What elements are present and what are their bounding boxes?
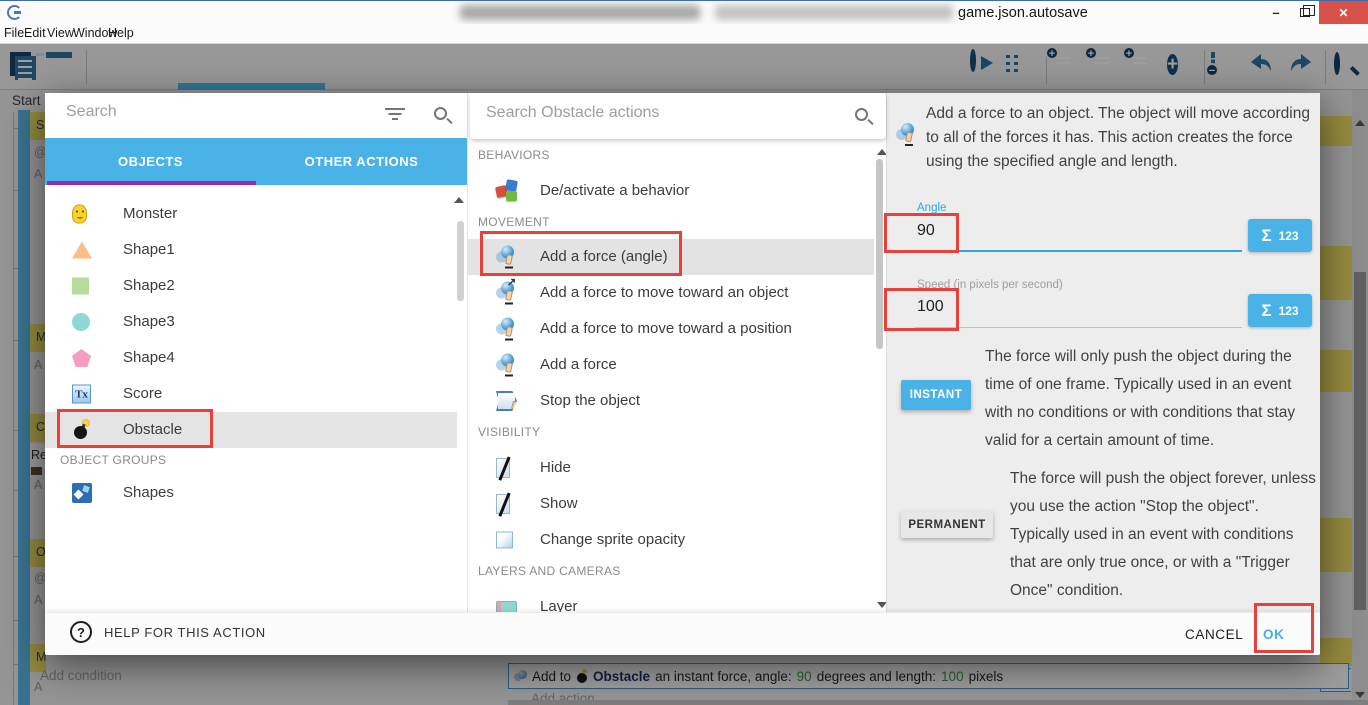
- action-hide[interactable]: Hide: [468, 450, 874, 486]
- help-icon: ?: [70, 621, 92, 643]
- list-item-shape1[interactable]: Shape1: [45, 232, 457, 268]
- object-tabs: OBJECTS OTHER ACTIONS: [45, 138, 468, 185]
- action-description: Add a force to an object. The object wil…: [926, 102, 1320, 174]
- action-deactivate-behavior[interactable]: De/activate a behavior: [468, 173, 874, 209]
- speed-input-underline: [915, 327, 1242, 328]
- sigma-icon: Σ: [1261, 226, 1271, 246]
- object-list-scrollbar-thumb[interactable]: [457, 221, 464, 301]
- list-item-monster[interactable]: Monster: [45, 196, 457, 232]
- speed-input[interactable]: [917, 298, 1217, 316]
- tab-objects[interactable]: OBJECTS: [45, 138, 256, 185]
- section-layers-cameras: LAYERS AND CAMERAS: [478, 564, 621, 578]
- action-list: BEHAVIORS De/activate a behavior MOVEMEN…: [468, 139, 886, 612]
- angle-input[interactable]: [917, 222, 1217, 240]
- menu-view[interactable]: View: [47, 26, 74, 40]
- action-force-toward-object[interactable]: ↗ Add a force to move toward an object: [468, 275, 874, 311]
- object-list: Monster Shape1 Shape2 Shape3 Shape4 Tx S…: [45, 185, 468, 612]
- list-item-shape2[interactable]: Shape2: [45, 268, 457, 304]
- list-item-score[interactable]: Tx Score: [45, 376, 457, 412]
- behavior-icon: [496, 180, 519, 202]
- objects-search-bar: [45, 93, 468, 138]
- section-behaviors: BEHAVIORS: [478, 148, 550, 162]
- action-stop-object[interactable]: Stop the object: [468, 383, 874, 419]
- restore-icon: [1300, 8, 1310, 17]
- action-add-force[interactable]: Add a force: [468, 347, 874, 383]
- dialog-footer: ? HELP FOR THIS ACTION CANCEL OK: [45, 612, 1320, 655]
- force-icon: [496, 354, 517, 377]
- text-object-icon: Tx: [72, 385, 91, 404]
- speed-label: Speed (in pixels per second): [917, 279, 1063, 291]
- help-for-action-link[interactable]: ? HELP FOR THIS ACTION: [70, 621, 266, 643]
- speed-expression-button[interactable]: Σ 123: [1248, 294, 1312, 327]
- filter-icon[interactable]: [385, 108, 405, 122]
- window-title: game.json.autosave: [958, 5, 1088, 21]
- permanent-button[interactable]: PERMANENT: [901, 511, 993, 538]
- menu-file[interactable]: File: [4, 26, 24, 40]
- actions-search-input[interactable]: [486, 104, 816, 122]
- instant-button[interactable]: INSTANT: [901, 380, 971, 410]
- menu-help[interactable]: Help: [108, 26, 134, 40]
- action-list-scrollbar-thumb[interactable]: [876, 159, 883, 349]
- menu-bar: File Edit View Window Help: [0, 24, 1368, 44]
- search-icon[interactable]: [434, 107, 447, 120]
- tab-other-actions[interactable]: OTHER ACTIONS: [256, 138, 467, 185]
- cancel-button[interactable]: CANCEL: [1185, 619, 1243, 649]
- show-icon: [496, 494, 510, 514]
- triangle-icon: [72, 242, 92, 259]
- gdevelop-logo-icon: [7, 5, 22, 20]
- group-icon: [72, 483, 92, 503]
- angle-expression-button[interactable]: Σ 123: [1248, 219, 1312, 252]
- ok-button[interactable]: OK: [1263, 619, 1284, 649]
- monster-icon: [72, 205, 87, 224]
- section-movement: MOVEMENT: [478, 215, 550, 229]
- layer-icon: [496, 601, 517, 612]
- hide-icon: [496, 458, 510, 478]
- circle-icon: [72, 313, 90, 331]
- pentagon-icon: [72, 349, 91, 367]
- opacity-icon: [496, 532, 513, 549]
- force-icon: [896, 123, 917, 146]
- list-item-shapes-group[interactable]: Shapes: [45, 475, 457, 511]
- angle-input-underline: [915, 250, 1242, 252]
- restore-button[interactable]: [1292, 1, 1318, 24]
- action-force-toward-position[interactable]: Add a force to move toward a position: [468, 311, 874, 347]
- action-show[interactable]: Show: [468, 486, 874, 522]
- section-visibility: VISIBILITY: [478, 425, 540, 439]
- force-icon: [496, 246, 517, 269]
- actions-search-bar: [470, 93, 886, 139]
- title-bar[interactable]: game.json.autosave – ✕: [0, 0, 1368, 24]
- blurred-path-region: [460, 5, 700, 20]
- list-item-obstacle[interactable]: Obstacle: [45, 412, 457, 448]
- action-layer[interactable]: Layer: [468, 589, 874, 612]
- action-change-opacity[interactable]: Change sprite opacity: [468, 522, 874, 558]
- instant-description: The force will only push the object duri…: [985, 343, 1317, 455]
- minimize-button[interactable]: –: [1262, 1, 1290, 24]
- sigma-icon: Σ: [1261, 301, 1271, 321]
- bomb-icon: [72, 420, 92, 440]
- objects-search-input[interactable]: [66, 103, 366, 121]
- scroll-up-icon[interactable]: [454, 197, 464, 203]
- permanent-description: The force will push the object forever, …: [1010, 465, 1322, 605]
- force-toward-object-icon: ↗: [496, 282, 517, 305]
- object-groups-header: OBJECT GROUPS: [60, 453, 166, 467]
- action-add-force-angle[interactable]: Add a force (angle): [468, 239, 874, 275]
- angle-label: Angle: [917, 202, 946, 214]
- force-icon: [496, 318, 517, 341]
- menu-edit[interactable]: Edit: [24, 26, 46, 40]
- list-item-shape4[interactable]: Shape4: [45, 340, 457, 376]
- blurred-path-region: [715, 5, 953, 20]
- search-icon[interactable]: [855, 108, 868, 121]
- list-item-shape3[interactable]: Shape3: [45, 304, 457, 340]
- action-editor-dialog: OBJECTS OTHER ACTIONS Monster Shape1 Sha…: [45, 93, 1320, 655]
- stop-icon: [496, 391, 517, 411]
- close-button[interactable]: ✕: [1319, 1, 1368, 24]
- square-icon: [72, 278, 89, 295]
- app-window: game.json.autosave – ✕ File Edit View Wi…: [0, 0, 1368, 705]
